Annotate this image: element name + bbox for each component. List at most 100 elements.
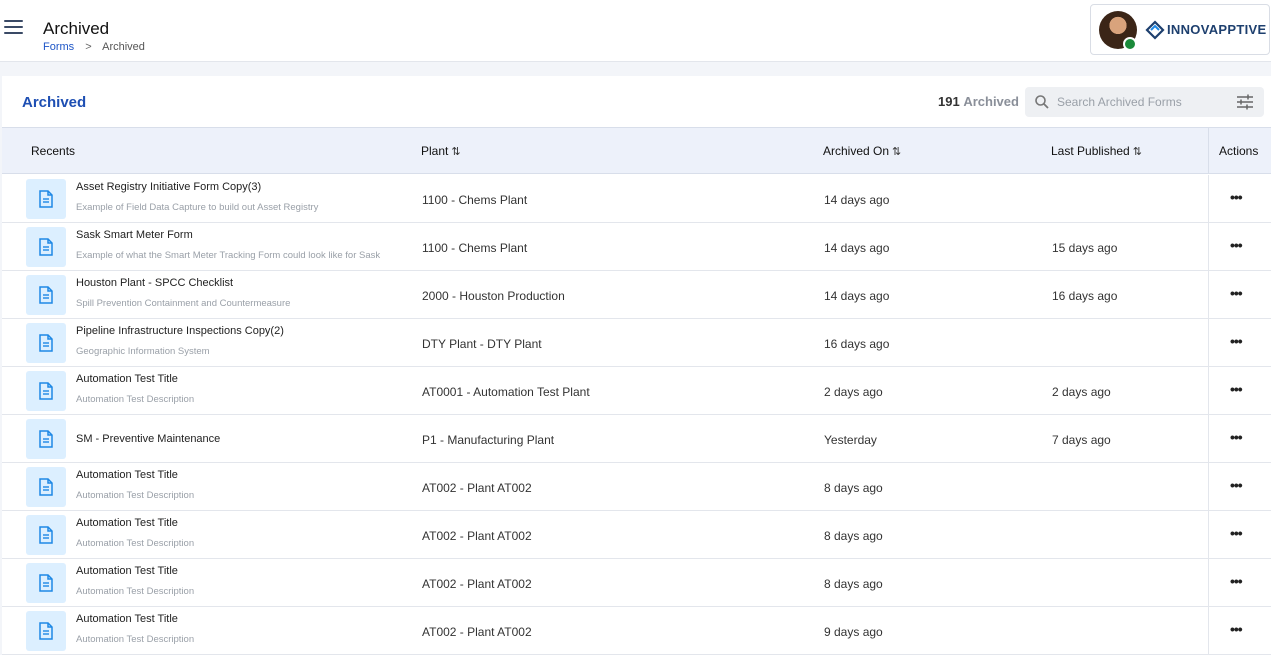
- plant-cell: 1100 - Chems Plant: [422, 241, 528, 255]
- document-icon: [39, 430, 53, 448]
- archived-on-cell: 9 days ago: [824, 625, 883, 639]
- table-row[interactable]: Automation Test Title Automation Test Des…: [2, 367, 1271, 415]
- brand-logo-icon: [1145, 20, 1165, 40]
- table-row[interactable]: Automation Test Title Automation Test Des…: [2, 463, 1271, 511]
- table-row[interactable]: Sask Smart Meter Form Example of what the…: [2, 223, 1271, 271]
- more-horizontal-icon[interactable]: •••: [1230, 573, 1243, 589]
- form-icon: [26, 419, 66, 459]
- form-description: Example of what the Smart Meter Tracking…: [76, 250, 381, 261]
- column-actions: Actions: [1219, 144, 1258, 158]
- plant-cell: AT002 - Plant AT002: [422, 529, 532, 543]
- table-header: Recents Plant ⇅ Archived On ⇅ Last Publish…: [2, 127, 1271, 174]
- table-row[interactable]: Houston Plant - SPCC Checklist Spill Prev…: [2, 271, 1271, 319]
- form-description: Spill Prevention Containment and Counter…: [76, 298, 291, 309]
- profile-box[interactable]: INNOVAPPTIVE: [1090, 4, 1270, 55]
- column-archived-on[interactable]: Archived On ⇅: [823, 144, 901, 158]
- filter-icon[interactable]: [1236, 93, 1254, 111]
- more-horizontal-icon[interactable]: •••: [1230, 381, 1243, 397]
- more-horizontal-icon[interactable]: •••: [1230, 621, 1243, 637]
- archived-panel: Archived 191 Archived Recents Plant⇅ Arc…: [2, 76, 1271, 655]
- column-divider: [1208, 128, 1209, 173]
- form-name[interactable]: Automation Test Title: [76, 373, 178, 385]
- form-name[interactable]: Automation Test Title: [76, 517, 178, 529]
- column-divider: [1208, 175, 1209, 223]
- table-row[interactable]: Automation Test Title Automation Test Des…: [2, 559, 1271, 607]
- breadcrumb-current: Archived: [102, 41, 145, 53]
- document-icon: [39, 382, 53, 400]
- form-icon: [26, 371, 66, 411]
- search-input[interactable]: [1057, 92, 1227, 112]
- column-divider: [1208, 319, 1209, 367]
- archived-count: 191 Archived: [938, 94, 1019, 109]
- form-name[interactable]: Houston Plant - SPCC Checklist: [76, 277, 233, 289]
- sort-icon[interactable]: ⇅: [1133, 146, 1142, 158]
- column-archived-on-label: Archived On: [823, 144, 890, 158]
- search-box: [1025, 87, 1264, 117]
- plant-cell: AT002 - Plant AT002: [422, 481, 532, 495]
- table-row[interactable]: Asset Registry Initiative Form Copy(3) Ex…: [2, 175, 1271, 223]
- top-bar: Archived Forms > Archived INNOVAPPTIVE: [0, 0, 1271, 62]
- column-actions-label: Actions: [1219, 144, 1259, 158]
- column-divider: [1208, 367, 1209, 415]
- form-icon: [26, 515, 66, 555]
- document-icon: [39, 478, 53, 496]
- brand-name: INNOVAPPTIVE: [1167, 22, 1267, 37]
- online-status-icon: [1123, 37, 1137, 51]
- table-row[interactable]: Pipeline Infrastructure Inspections Copy…: [2, 319, 1271, 367]
- more-horizontal-icon[interactable]: •••: [1230, 285, 1243, 301]
- form-name[interactable]: Automation Test Title: [76, 469, 178, 481]
- form-description: Automation Test Description: [76, 394, 195, 405]
- form-name[interactable]: Pipeline Infrastructure Inspections Copy…: [76, 325, 284, 337]
- table-row[interactable]: SM - Preventive Maintenance P1 - Manufact…: [2, 415, 1271, 463]
- form-icon: [26, 563, 66, 603]
- more-horizontal-icon[interactable]: •••: [1230, 333, 1243, 349]
- archived-on-cell: 14 days ago: [824, 289, 890, 303]
- archived-on-cell: 14 days ago: [824, 193, 890, 207]
- last-published-cell: 2 days ago: [1052, 385, 1111, 399]
- table-row[interactable]: Automation Test Title Automation Test Des…: [2, 607, 1271, 655]
- form-name[interactable]: SM - Preventive Maintenance: [76, 433, 220, 445]
- more-horizontal-icon[interactable]: •••: [1230, 429, 1243, 445]
- form-name[interactable]: Automation Test Title: [76, 613, 178, 625]
- more-horizontal-icon[interactable]: •••: [1230, 237, 1243, 253]
- column-plant[interactable]: Plant ⇅: [421, 144, 461, 158]
- more-horizontal-icon[interactable]: •••: [1230, 525, 1243, 541]
- form-name[interactable]: Sask Smart Meter Form: [76, 229, 193, 241]
- column-last-published[interactable]: Last Published ⇅: [1051, 144, 1142, 158]
- column-plant-label: Plant: [421, 144, 449, 158]
- breadcrumb-separator: >: [85, 41, 92, 53]
- form-name[interactable]: Asset Registry Initiative Form Copy(3): [76, 181, 261, 193]
- archived-count-label: Archived: [963, 94, 1019, 109]
- hamburger-icon[interactable]: [4, 20, 23, 34]
- form-icon: [26, 611, 66, 651]
- column-last-published-label: Last Published: [1051, 144, 1130, 158]
- sort-icon[interactable]: ⇅: [451, 146, 460, 158]
- more-horizontal-icon[interactable]: •••: [1230, 477, 1243, 493]
- archived-on-cell: 8 days ago: [824, 481, 883, 495]
- archived-on-cell: 14 days ago: [824, 241, 890, 255]
- column-divider: [1208, 271, 1209, 319]
- document-icon: [39, 574, 53, 592]
- last-published-cell: 16 days ago: [1052, 289, 1118, 303]
- form-description: Automation Test Description: [76, 634, 195, 645]
- archived-count-value: 191: [938, 94, 960, 109]
- sort-icon[interactable]: ⇅: [892, 146, 901, 158]
- form-description: Geographic Information System: [76, 346, 210, 357]
- column-recents-label: Recents: [31, 144, 76, 158]
- form-icon: [26, 179, 66, 219]
- document-icon: [39, 334, 53, 352]
- column-divider: [1208, 559, 1209, 607]
- form-description: Automation Test Description: [76, 586, 195, 597]
- table-row[interactable]: Automation Test Title Automation Test Des…: [2, 511, 1271, 559]
- page-title: Archived: [43, 19, 110, 38]
- breadcrumb: Forms > Archived: [43, 41, 145, 53]
- last-published-cell: 7 days ago: [1052, 433, 1111, 447]
- panel-title: Archived: [22, 94, 87, 111]
- form-name[interactable]: Automation Test Title: [76, 565, 178, 577]
- column-divider: [1208, 415, 1209, 463]
- more-horizontal-icon[interactable]: •••: [1230, 189, 1243, 205]
- form-icon: [26, 467, 66, 507]
- archived-on-cell: 2 days ago: [824, 385, 883, 399]
- breadcrumb-forms-link[interactable]: Forms: [43, 41, 74, 53]
- plant-cell: 2000 - Houston Production: [422, 289, 565, 303]
